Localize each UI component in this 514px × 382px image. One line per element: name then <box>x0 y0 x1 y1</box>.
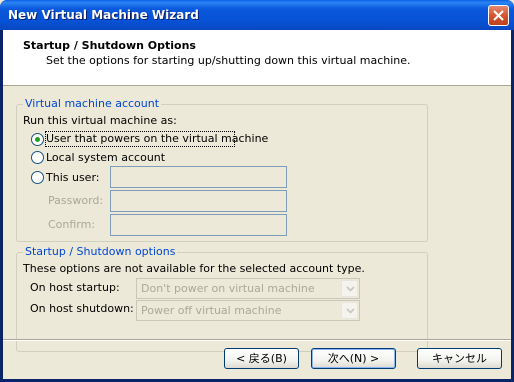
password-field[interactable] <box>110 190 287 212</box>
startup-select[interactable]: Don't power on virtual machine <box>136 278 360 299</box>
confirm-label: Confirm: <box>48 218 96 231</box>
user-field[interactable] <box>110 166 287 188</box>
wizard-window: New Virtual Machine Wizard Startup / Shu… <box>0 0 514 382</box>
shutdown-dropdown-button[interactable] <box>341 302 358 319</box>
startup-label: On host startup: <box>30 281 120 294</box>
dialog-body: Startup / Shutdown Options Set the optio… <box>3 30 511 379</box>
radio-this-user-label[interactable]: This user: <box>46 171 99 184</box>
wizard-header: Startup / Shutdown Options Set the optio… <box>3 30 511 86</box>
cancel-button[interactable]: キャンセル <box>417 348 502 369</box>
confirm-field[interactable] <box>110 214 287 236</box>
back-button[interactable]: < 戻る(B) <box>224 348 299 369</box>
chevron-down-icon <box>346 286 355 292</box>
shutdown-select[interactable]: Power off virtual machine <box>136 300 360 321</box>
footer-divider <box>3 339 511 341</box>
shutdown-label: On host shutdown: <box>30 302 134 315</box>
title-bar[interactable]: New Virtual Machine Wizard <box>0 0 514 30</box>
options-note: These options are not available for the … <box>23 262 365 275</box>
startup-select-value: Don't power on virtual machine <box>141 282 315 295</box>
page-title: Startup / Shutdown Options <box>23 39 196 52</box>
radio-user-powers-on[interactable] <box>31 133 44 146</box>
radio-local-system[interactable] <box>31 151 44 164</box>
close-icon <box>493 10 504 21</box>
radio-local-system-label[interactable]: Local system account <box>46 151 165 164</box>
next-button[interactable]: 次へ(N) > <box>311 348 396 369</box>
close-button[interactable] <box>488 5 509 26</box>
radio-this-user[interactable] <box>31 171 44 184</box>
page-subtitle: Set the options for starting up/shutting… <box>46 54 411 67</box>
password-label: Password: <box>48 194 104 207</box>
chevron-down-icon <box>346 308 355 314</box>
account-group-legend: Virtual machine account <box>23 97 162 110</box>
radio-user-powers-on-label[interactable]: User that powers on the virtual machine <box>46 132 268 145</box>
options-group-legend: Startup / Shutdown options <box>23 245 178 258</box>
startup-dropdown-button[interactable] <box>341 280 358 297</box>
run-as-label: Run this virtual machine as: <box>23 114 177 127</box>
shutdown-select-value: Power off virtual machine <box>141 304 282 317</box>
window-title: New Virtual Machine Wizard <box>8 8 199 22</box>
